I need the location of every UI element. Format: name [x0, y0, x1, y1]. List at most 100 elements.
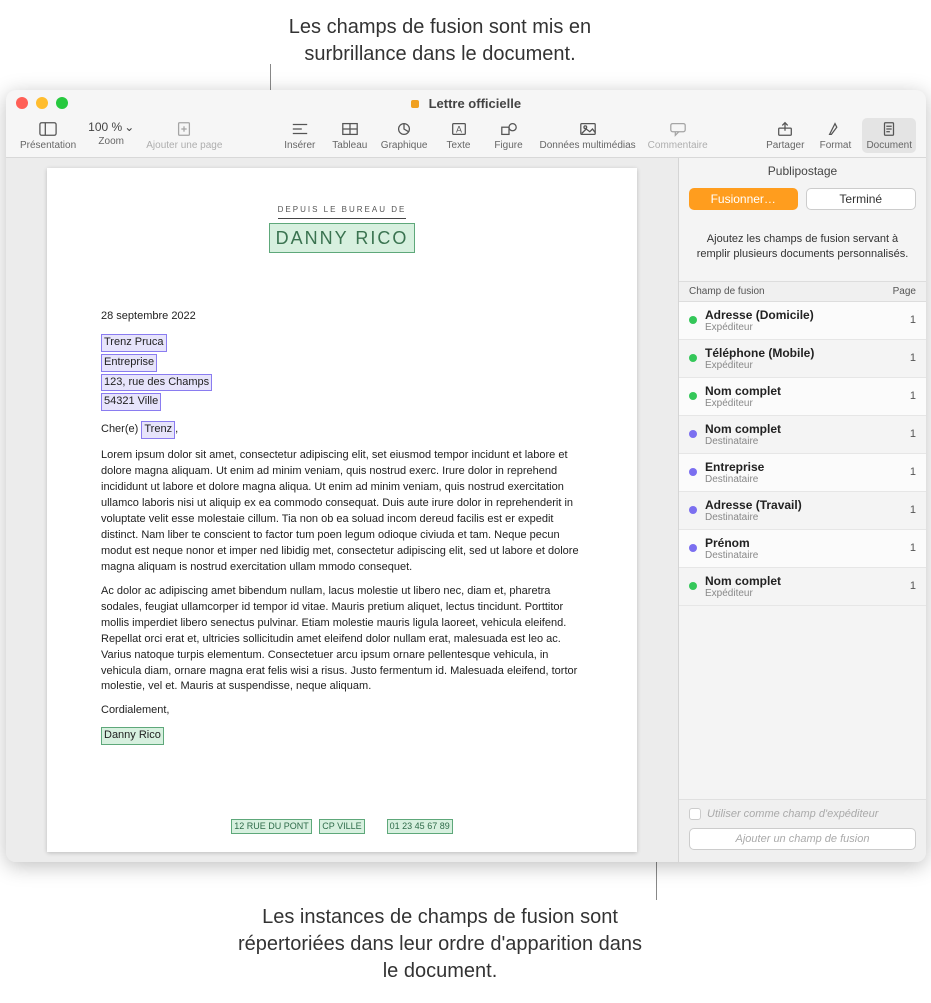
callout-bottom-text: Les instances de champs de fusion sont r… — [230, 904, 650, 985]
status-dot-icon — [689, 316, 697, 324]
merge-field-sender-name[interactable]: DANNY RICO — [269, 223, 416, 253]
merge-field-role: Expéditeur — [705, 360, 888, 371]
letter-body-2: Ac dolor ac adipiscing amet bibendum nul… — [101, 584, 583, 696]
letterhead-label: DEPUIS LE BUREAU DE — [278, 204, 407, 219]
merge-field-role: Destinataire — [705, 474, 888, 485]
merge-field-info: Nom completExpéditeur — [705, 384, 888, 409]
column-page-label: Page — [893, 286, 916, 297]
format-button[interactable]: Format — [812, 118, 858, 153]
shape-label: Figure — [494, 140, 522, 151]
comment-button[interactable]: Commentaire — [644, 118, 712, 153]
salutation-prefix: Cher(e) — [101, 423, 138, 435]
sidebar-description: Ajoutez les champs de fusion servant à r… — [679, 220, 926, 281]
format-label: Format — [820, 140, 852, 151]
add-page-button[interactable]: Ajouter une page — [142, 118, 226, 153]
merge-field-salutation-name[interactable]: Trenz — [141, 421, 175, 439]
merge-field-page: 1 — [896, 352, 916, 364]
merge-field-name: Nom complet — [705, 574, 888, 588]
document-icon — [878, 120, 900, 138]
merge-field-role: Expéditeur — [705, 588, 888, 599]
merge-field-name: Prénom — [705, 536, 888, 550]
merge-field-info: Nom completDestinataire — [705, 422, 888, 447]
merge-field-page: 1 — [896, 542, 916, 554]
window-title: Lettre officielle — [6, 96, 926, 111]
merge-field-row[interactable]: Nom completDestinataire 1 — [679, 416, 926, 454]
comment-icon — [667, 120, 689, 138]
merge-field-recipient-company[interactable]: Entreprise — [101, 354, 157, 372]
document-canvas[interactable]: DEPUIS LE BUREAU DE DANNY RICO 28 septem… — [6, 158, 678, 862]
table-button[interactable]: Tableau — [327, 118, 373, 153]
merge-field-role: Expéditeur — [705, 398, 888, 409]
callout-top-text: Les champs de fusion sont mis en surbril… — [260, 14, 620, 68]
document-title: Lettre officielle — [429, 96, 521, 111]
add-page-icon — [173, 120, 195, 138]
merge-field-row[interactable]: PrénomDestinataire1 — [679, 530, 926, 568]
merge-field-recipient-street[interactable]: 123, rue des Champs — [101, 374, 212, 392]
status-dot-icon — [689, 354, 697, 362]
presentation-button[interactable]: Présentation — [16, 118, 80, 153]
mail-merge-sidebar: Publipostage Fusionner… Terminé Ajoutez … — [678, 158, 926, 862]
insert-icon — [289, 120, 311, 138]
letter-date: 28 septembre 2022 — [101, 309, 583, 325]
merge-field-page: 1 — [896, 580, 916, 592]
merge-field-row[interactable]: Nom completExpéditeur 1 — [679, 568, 926, 606]
sidebar-title: Publipostage — [679, 158, 926, 184]
merge-field-row[interactable]: Téléphone (Mobile)Expéditeur 1 — [679, 340, 926, 378]
share-label: Partager — [766, 140, 804, 151]
shape-button[interactable]: Figure — [486, 118, 532, 153]
titlebar: Lettre officielle — [6, 90, 926, 116]
use-as-sender-checkbox[interactable]: Utiliser comme champ d'expéditeur — [689, 808, 916, 820]
text-label: Texte — [447, 140, 471, 151]
merge-field-recipient-name[interactable]: Trenz Pruca — [101, 334, 167, 352]
done-button[interactable]: Terminé — [806, 188, 917, 210]
merge-field-role: Destinataire — [705, 512, 888, 523]
merge-field-footer-phone[interactable]: 01 23 45 67 89 — [387, 819, 453, 834]
merge-field-page: 1 — [896, 390, 916, 402]
share-icon — [774, 120, 796, 138]
merge-field-info: Téléphone (Mobile)Expéditeur — [705, 346, 888, 371]
status-dot-icon — [689, 430, 697, 438]
merge-field-row[interactable]: Adresse (Travail)Destinataire1 — [679, 492, 926, 530]
merge-field-list: Adresse (Domicile)Expéditeur1Téléphone (… — [679, 302, 926, 799]
merge-field-row[interactable]: EntrepriseDestinataire 1 — [679, 454, 926, 492]
merge-field-role: Expéditeur — [705, 322, 888, 333]
comment-label: Commentaire — [648, 140, 708, 151]
add-merge-field-button[interactable]: Ajouter un champ de fusion — [689, 828, 916, 850]
merge-field-info: EntrepriseDestinataire — [705, 460, 888, 485]
merge-button[interactable]: Fusionner… — [689, 188, 798, 210]
use-as-sender-label: Utiliser comme champ d'expéditeur — [707, 808, 878, 820]
merge-field-footer-city[interactable]: CP VILLE — [319, 819, 364, 834]
merge-field-name: Adresse (Travail) — [705, 498, 888, 512]
document-label: Document — [866, 140, 912, 151]
merge-field-signature[interactable]: Danny Rico — [101, 727, 164, 745]
table-label: Tableau — [332, 140, 367, 151]
presentation-icon — [37, 120, 59, 138]
zoom-dropdown[interactable]: 100 %⌄ Zoom — [84, 118, 138, 149]
merge-field-row[interactable]: Adresse (Domicile)Expéditeur1 — [679, 302, 926, 340]
merge-field-name: Entreprise — [705, 460, 888, 474]
text-button[interactable]: A Texte — [436, 118, 482, 153]
chart-icon — [393, 120, 415, 138]
zoom-label: Zoom — [98, 136, 124, 147]
letter-body-1: Lorem ipsum dolor sit amet, consectetur … — [101, 448, 583, 576]
status-dot-icon — [689, 392, 697, 400]
merge-field-page: 1 — [896, 466, 916, 478]
merge-field-row[interactable]: Nom completExpéditeur 1 — [679, 378, 926, 416]
share-button[interactable]: Partager — [762, 118, 808, 153]
merge-field-footer-address[interactable]: 12 RUE DU PONT — [231, 819, 312, 834]
insert-button[interactable]: Insérer — [277, 118, 323, 153]
merge-field-recipient-city[interactable]: 54321 Ville — [101, 393, 161, 411]
media-label: Données multimédias — [540, 140, 636, 151]
merge-field-page: 1 — [896, 428, 916, 440]
add-page-label: Ajouter une page — [146, 140, 222, 151]
text-icon: A — [448, 120, 470, 138]
app-window: Lettre officielle Présentation 100 %⌄ Zo… — [6, 90, 926, 862]
chevron-down-icon: ⌄ — [124, 120, 134, 134]
document-button[interactable]: Document — [862, 118, 916, 153]
status-dot-icon — [689, 582, 697, 590]
media-button[interactable]: Données multimédias — [536, 118, 640, 153]
column-field-label: Champ de fusion — [689, 286, 893, 297]
merge-field-name: Nom complet — [705, 384, 888, 398]
chart-button[interactable]: Graphique — [377, 118, 432, 153]
merge-field-info: Nom completExpéditeur — [705, 574, 888, 599]
